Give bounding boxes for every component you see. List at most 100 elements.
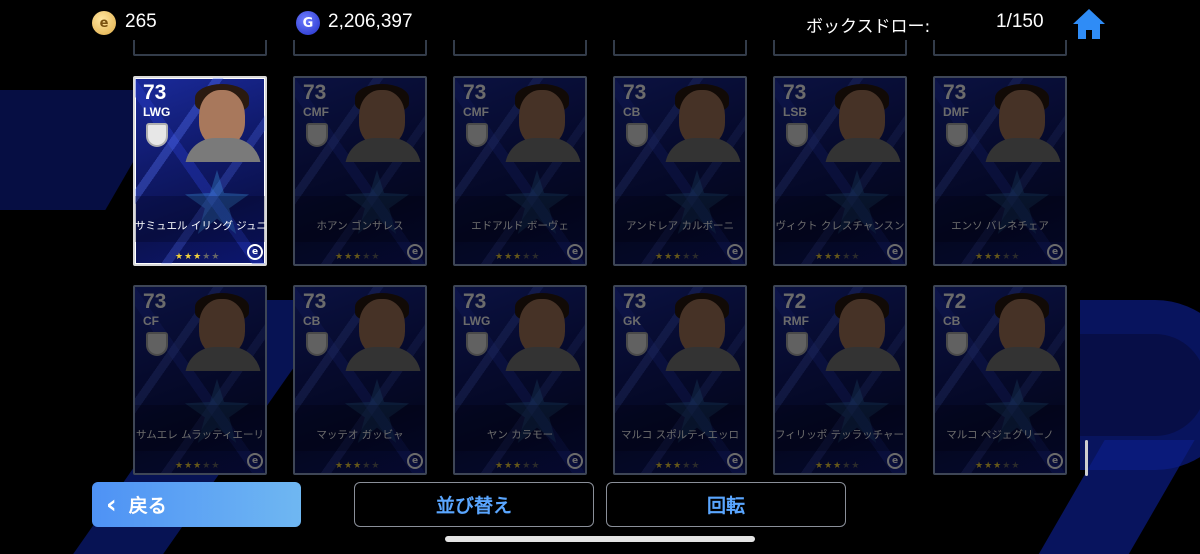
club-badge-icon <box>786 123 808 147</box>
efootball-logo-icon: e <box>247 453 263 469</box>
star-filled-icon: ★ <box>815 252 825 262</box>
player-card[interactable]: 73 LWG ヤン カラモー ★★★★★ e <box>453 285 587 475</box>
star-empty-icon: ★ <box>211 461 221 471</box>
player-name: アンドレア カルボーニ <box>626 220 734 232</box>
star-filled-icon: ★ <box>335 461 345 471</box>
efootball-logo-icon: e <box>247 244 263 260</box>
back-button[interactable]: ‹ 戻る <box>92 482 301 527</box>
star-filled-icon: ★ <box>815 461 825 471</box>
rarity-stars: ★★★★★ <box>335 461 380 471</box>
club-badge-icon <box>786 332 808 356</box>
star-filled-icon: ★ <box>513 252 523 262</box>
star-filled-icon: ★ <box>655 252 665 262</box>
star-filled-icon: ★ <box>193 252 203 262</box>
back-button-label: 戻る <box>128 495 167 517</box>
club-badge-icon <box>946 332 968 356</box>
box-draw-label: ボックスドロー: <box>806 17 931 37</box>
player-photo <box>661 291 745 371</box>
efootball-logo-icon: e <box>567 453 583 469</box>
star-empty-icon: ★ <box>202 252 212 262</box>
star-filled-icon: ★ <box>193 461 203 471</box>
star-empty-icon: ★ <box>1011 461 1021 471</box>
rotate-button[interactable]: 回転 <box>606 482 846 527</box>
rarity-stars: ★★★★★ <box>495 461 540 471</box>
rarity-stars: ★★★★★ <box>815 461 860 471</box>
star-empty-icon: ★ <box>1002 252 1012 262</box>
previous-row-card-edge <box>933 40 1067 56</box>
star-filled-icon: ★ <box>344 461 354 471</box>
player-rating: 72 <box>783 290 807 313</box>
star-filled-icon: ★ <box>975 252 985 262</box>
star-filled-icon: ★ <box>513 461 523 471</box>
star-empty-icon: ★ <box>371 461 381 471</box>
player-photo <box>501 82 585 162</box>
star-filled-icon: ★ <box>984 252 994 262</box>
star-filled-icon: ★ <box>175 461 185 471</box>
gp-icon: G <box>296 11 320 35</box>
player-card[interactable]: 73 CB マッテオ ガッビャ ★★★★★ e <box>293 285 427 475</box>
previous-row-card-edge <box>133 40 267 56</box>
player-rating: 73 <box>463 81 487 104</box>
player-position: CB <box>303 314 321 328</box>
scrollbar[interactable] <box>1085 440 1088 476</box>
club-badge-icon <box>306 123 328 147</box>
previous-row-card-edge <box>453 40 587 56</box>
star-filled-icon: ★ <box>335 252 345 262</box>
star-empty-icon: ★ <box>691 252 701 262</box>
player-card[interactable]: 73 CMF ホアン ゴンサレス ★★★★★ e <box>293 76 427 266</box>
player-card[interactable]: 73 DMF エンソ バレネチェア ★★★★★ e <box>933 76 1067 266</box>
player-card[interactable]: 72 CB マルコ ペジェグリーノ ★★★★★ e <box>933 285 1067 475</box>
star-empty-icon: ★ <box>202 461 212 471</box>
club-badge-icon <box>466 123 488 147</box>
player-position: RMF <box>783 314 809 328</box>
star-empty-icon: ★ <box>851 252 861 262</box>
player-rating: 73 <box>463 290 487 313</box>
player-rating: 72 <box>943 290 967 313</box>
rarity-stars: ★★★★★ <box>975 461 1020 471</box>
player-card[interactable]: 73 CF サムエレ ムラッティエーリ ★★★★★ e <box>133 285 267 475</box>
player-position: CMF <box>463 105 489 119</box>
player-photo <box>181 291 265 371</box>
rarity-stars: ★★★★★ <box>495 252 540 262</box>
ecoin-icon: e <box>92 11 116 35</box>
player-name: サムエレ ムラッティエーリ <box>136 429 264 441</box>
rarity-stars: ★★★★★ <box>655 252 700 262</box>
player-position: LWG <box>463 314 491 328</box>
player-photo <box>981 82 1065 162</box>
player-photo <box>661 82 745 162</box>
player-card[interactable]: 73 GK マルコ スポルティエッロ ★★★★★ e <box>613 285 747 475</box>
player-position: CB <box>623 105 641 119</box>
star-empty-icon: ★ <box>842 252 852 262</box>
sort-button[interactable]: 並び替え <box>354 482 594 527</box>
star-empty-icon: ★ <box>522 252 532 262</box>
rarity-stars: ★★★★★ <box>655 461 700 471</box>
previous-row-card-edge <box>293 40 427 56</box>
player-card[interactable]: 72 RMF フィリッポ テッラッチャーノ ★★★★★ e <box>773 285 907 475</box>
player-card[interactable]: 73 CMF エドアルド ボーヴェ ★★★★★ e <box>453 76 587 266</box>
efootball-logo-icon: e <box>1047 244 1063 260</box>
star-filled-icon: ★ <box>824 252 834 262</box>
player-position: CMF <box>303 105 329 119</box>
star-filled-icon: ★ <box>495 461 505 471</box>
rarity-stars: ★★★★★ <box>175 461 220 471</box>
player-rating: 73 <box>303 81 327 104</box>
star-filled-icon: ★ <box>664 461 674 471</box>
star-empty-icon: ★ <box>522 461 532 471</box>
player-name: フィリッポ テッラッチャーノ <box>775 429 905 441</box>
player-card[interactable]: 73 CB アンドレア カルボーニ ★★★★★ e <box>613 76 747 266</box>
star-empty-icon: ★ <box>362 461 372 471</box>
player-card[interactable]: 73 LSB ヴィクト クレスチャンスン ★★★★★ e <box>773 76 907 266</box>
star-filled-icon: ★ <box>504 252 514 262</box>
player-position: LSB <box>783 105 807 119</box>
club-badge-icon <box>146 123 168 147</box>
player-photo <box>341 291 425 371</box>
star-filled-icon: ★ <box>664 252 674 262</box>
star-filled-icon: ★ <box>353 461 363 471</box>
previous-row-card-edge <box>613 40 747 56</box>
star-empty-icon: ★ <box>1002 461 1012 471</box>
club-badge-icon <box>146 332 168 356</box>
star-empty-icon: ★ <box>211 252 221 262</box>
home-icon[interactable] <box>1070 6 1108 42</box>
player-card[interactable]: 73 LWG サミュエル イリング ジュニア ★★★★★ e <box>133 76 267 266</box>
club-badge-icon <box>466 332 488 356</box>
